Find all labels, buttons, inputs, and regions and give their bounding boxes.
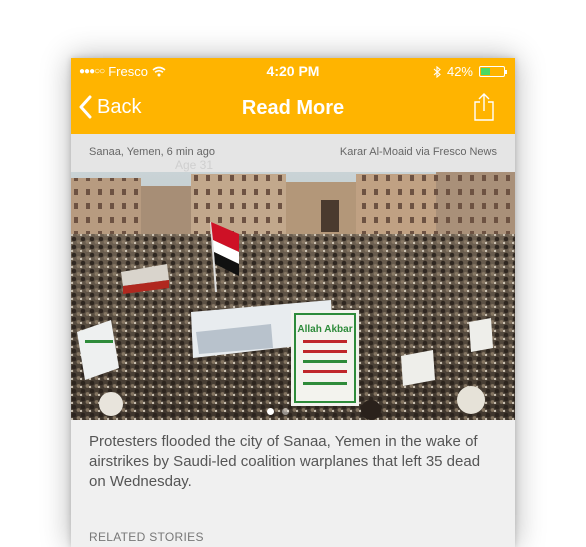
related-stories-heading: RELATED STORIES xyxy=(89,530,204,544)
battery-percent: 42% xyxy=(446,64,473,79)
navigation-bar: Back Read More xyxy=(71,84,515,134)
share-icon xyxy=(474,93,494,121)
overlay-ghost-text: Age 31 xyxy=(175,158,214,172)
location-time: Sanaa, Yemen, 6 min ago xyxy=(89,146,215,158)
story-photo[interactable]: Allah Akbar xyxy=(71,172,515,420)
back-label: Back xyxy=(97,95,142,118)
photo-credit[interactable]: Karar Al-Moaid via Fresco News xyxy=(340,146,497,158)
story-meta: Sanaa, Yemen, 6 min ago Age 31 Karar Al-… xyxy=(71,134,515,172)
chevron-left-icon xyxy=(79,95,92,119)
banner-text: Allah Akbar xyxy=(297,324,352,335)
story-caption: Protesters flooded the city of Sanaa, Ye… xyxy=(89,433,481,490)
phone-screen: ●●●○○ Fresco 4:20 PM 42% Back Read More … xyxy=(71,58,515,547)
pager-dot-2[interactable] xyxy=(282,408,289,415)
status-right: 42% xyxy=(433,64,507,79)
battery-tip xyxy=(505,70,507,74)
status-bar: ●●●○○ Fresco 4:20 PM 42% xyxy=(71,58,515,84)
back-button[interactable]: Back xyxy=(79,95,141,119)
share-button[interactable] xyxy=(473,92,495,127)
battery-level xyxy=(481,68,490,75)
battery-icon xyxy=(479,66,507,77)
pager-dot-1[interactable] xyxy=(267,408,274,415)
bluetooth-icon xyxy=(433,65,441,78)
protest-photo-illustration: Allah Akbar xyxy=(71,172,515,420)
photo-pager[interactable] xyxy=(267,408,289,415)
